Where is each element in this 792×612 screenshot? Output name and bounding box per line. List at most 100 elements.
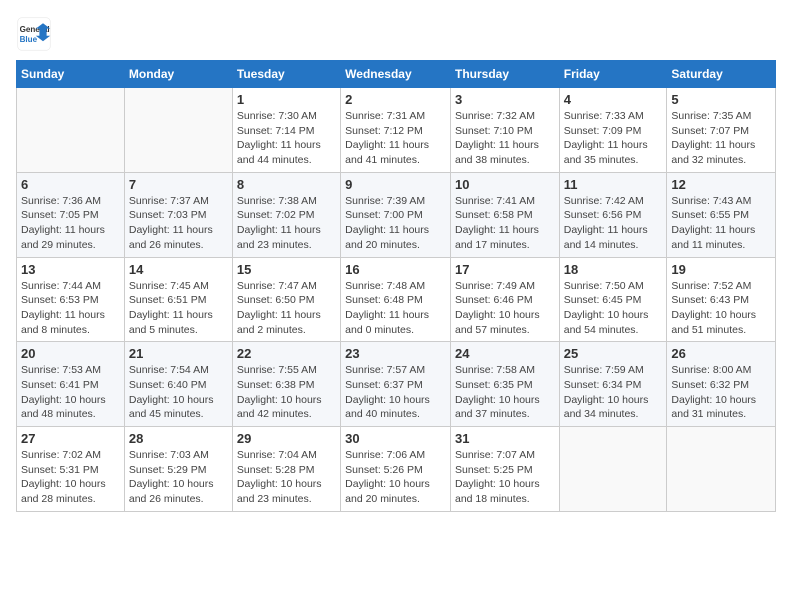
day-number: 2 [345,92,446,107]
column-header-thursday: Thursday [450,61,559,88]
calendar-cell: 28 Sunrise: 7:03 AM Sunset: 5:29 PM Dayli… [124,427,232,512]
day-number: 23 [345,346,446,361]
day-number: 9 [345,177,446,192]
day-info: Sunrise: 7:31 AM Sunset: 7:12 PM Dayligh… [345,109,446,168]
calendar-header: SundayMondayTuesdayWednesdayThursdayFrid… [17,61,776,88]
calendar-week-5: 27 Sunrise: 7:02 AM Sunset: 5:31 PM Dayli… [17,427,776,512]
calendar-cell: 10Sunrise: 7:41 AM Sunset: 6:58 PM Dayli… [450,172,559,257]
calendar-table: SundayMondayTuesdayWednesdayThursdayFrid… [16,60,776,512]
day-number: 20 [21,346,120,361]
calendar-cell: 17 Sunrise: 7:49 AM Sunset: 6:46 PM Dayli… [450,257,559,342]
calendar-body: 1 Sunrise: 7:30 AM Sunset: 7:14 PM Daylig… [17,88,776,512]
day-number: 10 [455,177,555,192]
day-info: Sunrise: 7:33 AM Sunset: 7:09 PM Dayligh… [564,109,663,168]
day-number: 14 [129,262,228,277]
calendar-cell: 25 Sunrise: 7:59 AM Sunset: 6:34 PM Dayli… [559,342,667,427]
day-info: Sunrise: 7:58 AM Sunset: 6:35 PM Dayligh… [455,363,555,422]
day-info: Sunrise: 7:35 AM Sunset: 7:07 PM Dayligh… [671,109,771,168]
calendar-cell: 15 Sunrise: 7:47 AM Sunset: 6:50 PM Dayli… [232,257,340,342]
day-info: Sunrise: 7:53 AM Sunset: 6:41 PM Dayligh… [21,363,120,422]
day-number: 5 [671,92,771,107]
calendar-cell: 5 Sunrise: 7:35 AM Sunset: 7:07 PM Daylig… [667,88,776,173]
calendar-cell: 26 Sunrise: 8:00 AM Sunset: 6:32 PM Dayli… [667,342,776,427]
calendar-cell: 27 Sunrise: 7:02 AM Sunset: 5:31 PM Dayli… [17,427,125,512]
day-number: 11 [564,177,663,192]
day-info: Sunrise: 7:03 AM Sunset: 5:29 PM Dayligh… [129,448,228,507]
day-number: 16 [345,262,446,277]
calendar-cell: 18Sunrise: 7:50 AM Sunset: 6:45 PM Dayli… [559,257,667,342]
day-number: 19 [671,262,771,277]
day-number: 1 [237,92,336,107]
day-info: Sunrise: 7:02 AM Sunset: 5:31 PM Dayligh… [21,448,120,507]
calendar-cell [17,88,125,173]
calendar-cell: 3Sunrise: 7:32 AM Sunset: 7:10 PM Daylig… [450,88,559,173]
day-number: 18 [564,262,663,277]
calendar-cell: 31 Sunrise: 7:07 AM Sunset: 5:25 PM Dayli… [450,427,559,512]
calendar-cell: 7 Sunrise: 7:37 AM Sunset: 7:03 PM Daylig… [124,172,232,257]
column-header-monday: Monday [124,61,232,88]
day-info: Sunrise: 7:38 AM Sunset: 7:02 PM Dayligh… [237,194,336,253]
column-header-tuesday: Tuesday [232,61,340,88]
calendar-cell: 8 Sunrise: 7:38 AM Sunset: 7:02 PM Daylig… [232,172,340,257]
day-number: 24 [455,346,555,361]
logo-icon: General Blue [16,16,52,52]
day-info: Sunrise: 7:48 AM Sunset: 6:48 PM Dayligh… [345,279,446,338]
page-header: General Blue [16,16,776,52]
calendar-cell: 23 Sunrise: 7:57 AM Sunset: 6:37 PM Dayli… [341,342,451,427]
calendar-cell: 6 Sunrise: 7:36 AM Sunset: 7:05 PM Daylig… [17,172,125,257]
calendar-week-2: 6 Sunrise: 7:36 AM Sunset: 7:05 PM Daylig… [17,172,776,257]
calendar-cell: 30 Sunrise: 7:06 AM Sunset: 5:26 PM Dayli… [341,427,451,512]
day-number: 28 [129,431,228,446]
calendar-cell: 14 Sunrise: 7:45 AM Sunset: 6:51 PM Dayli… [124,257,232,342]
svg-text:Blue: Blue [20,35,38,44]
day-number: 31 [455,431,555,446]
calendar-cell: 4 Sunrise: 7:33 AM Sunset: 7:09 PM Daylig… [559,88,667,173]
day-number: 12 [671,177,771,192]
day-number: 17 [455,262,555,277]
day-info: Sunrise: 7:57 AM Sunset: 6:37 PM Dayligh… [345,363,446,422]
day-info: Sunrise: 7:54 AM Sunset: 6:40 PM Dayligh… [129,363,228,422]
day-number: 27 [21,431,120,446]
day-info: Sunrise: 7:39 AM Sunset: 7:00 PM Dayligh… [345,194,446,253]
day-info: Sunrise: 7:37 AM Sunset: 7:03 PM Dayligh… [129,194,228,253]
day-number: 30 [345,431,446,446]
day-info: Sunrise: 7:04 AM Sunset: 5:28 PM Dayligh… [237,448,336,507]
day-info: Sunrise: 7:55 AM Sunset: 6:38 PM Dayligh… [237,363,336,422]
calendar-cell [667,427,776,512]
day-number: 21 [129,346,228,361]
calendar-week-1: 1 Sunrise: 7:30 AM Sunset: 7:14 PM Daylig… [17,88,776,173]
calendar-cell: 29 Sunrise: 7:04 AM Sunset: 5:28 PM Dayli… [232,427,340,512]
column-header-sunday: Sunday [17,61,125,88]
day-number: 4 [564,92,663,107]
day-info: Sunrise: 7:59 AM Sunset: 6:34 PM Dayligh… [564,363,663,422]
column-header-friday: Friday [559,61,667,88]
day-info: Sunrise: 7:30 AM Sunset: 7:14 PM Dayligh… [237,109,336,168]
day-info: Sunrise: 8:00 AM Sunset: 6:32 PM Dayligh… [671,363,771,422]
calendar-cell: 19Sunrise: 7:52 AM Sunset: 6:43 PM Dayli… [667,257,776,342]
calendar-cell: 21 Sunrise: 7:54 AM Sunset: 6:40 PM Dayli… [124,342,232,427]
day-info: Sunrise: 7:47 AM Sunset: 6:50 PM Dayligh… [237,279,336,338]
calendar-cell: 20 Sunrise: 7:53 AM Sunset: 6:41 PM Dayli… [17,342,125,427]
calendar-cell: 16 Sunrise: 7:48 AM Sunset: 6:48 PM Dayli… [341,257,451,342]
day-number: 29 [237,431,336,446]
calendar-cell: 22 Sunrise: 7:55 AM Sunset: 6:38 PM Dayli… [232,342,340,427]
calendar-cell: 9 Sunrise: 7:39 AM Sunset: 7:00 PM Daylig… [341,172,451,257]
day-info: Sunrise: 7:45 AM Sunset: 6:51 PM Dayligh… [129,279,228,338]
day-info: Sunrise: 7:07 AM Sunset: 5:25 PM Dayligh… [455,448,555,507]
day-number: 8 [237,177,336,192]
day-info: Sunrise: 7:06 AM Sunset: 5:26 PM Dayligh… [345,448,446,507]
day-number: 26 [671,346,771,361]
calendar-cell: 24 Sunrise: 7:58 AM Sunset: 6:35 PM Dayli… [450,342,559,427]
day-number: 6 [21,177,120,192]
day-info: Sunrise: 7:43 AM Sunset: 6:55 PM Dayligh… [671,194,771,253]
calendar-cell: 11Sunrise: 7:42 AM Sunset: 6:56 PM Dayli… [559,172,667,257]
day-info: Sunrise: 7:36 AM Sunset: 7:05 PM Dayligh… [21,194,120,253]
calendar-cell: 13Sunrise: 7:44 AM Sunset: 6:53 PM Dayli… [17,257,125,342]
day-number: 15 [237,262,336,277]
day-number: 22 [237,346,336,361]
calendar-cell [124,88,232,173]
day-number: 7 [129,177,228,192]
day-info: Sunrise: 7:49 AM Sunset: 6:46 PM Dayligh… [455,279,555,338]
day-number: 13 [21,262,120,277]
day-number: 25 [564,346,663,361]
